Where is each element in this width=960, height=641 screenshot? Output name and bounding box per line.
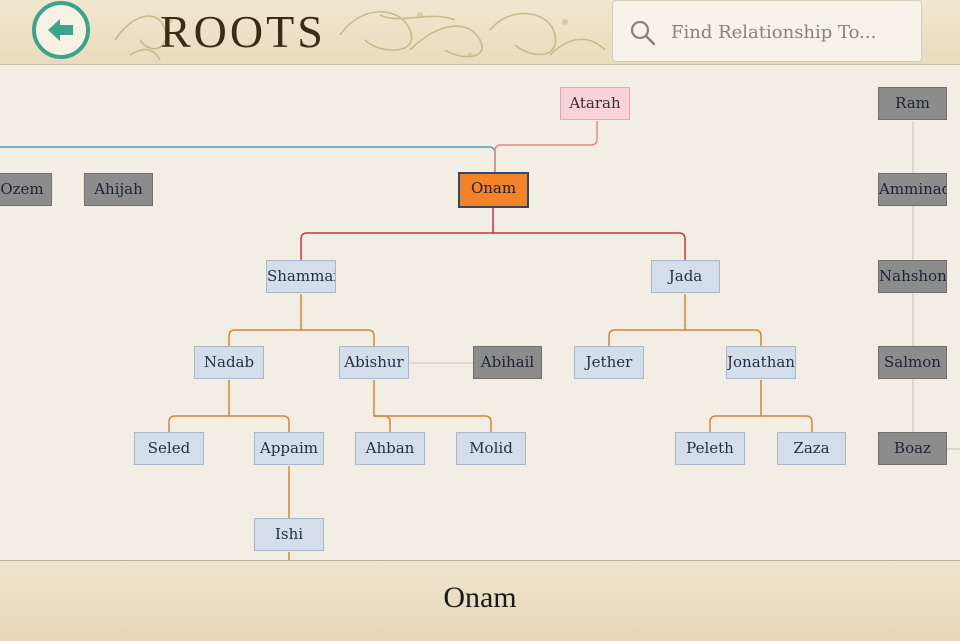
person-node-jether[interactable]: Jether bbox=[574, 346, 644, 379]
person-node-nadab[interactable]: Nadab bbox=[194, 346, 264, 379]
person-node-abishur[interactable]: Abishur bbox=[339, 346, 409, 379]
person-node-ahijah[interactable]: Ahijah bbox=[84, 173, 153, 206]
family-tree-canvas[interactable]: Atarah Ozem Ahijah Onam Shammai Jada Nad… bbox=[0, 65, 960, 560]
person-node-molid[interactable]: Molid bbox=[456, 432, 526, 465]
tree-connectors bbox=[0, 121, 960, 560]
person-node-zaza[interactable]: Zaza bbox=[777, 432, 846, 465]
person-node-atarah[interactable]: Atarah bbox=[560, 87, 630, 120]
person-node-salmon[interactable]: Salmon bbox=[878, 346, 947, 379]
person-node-onam[interactable]: Onam bbox=[458, 172, 529, 208]
selected-person-name: Onam bbox=[443, 581, 517, 614]
search-icon bbox=[630, 20, 656, 46]
person-node-ahban[interactable]: Ahban bbox=[355, 432, 425, 465]
app-header: ROOTS bbox=[0, 0, 960, 65]
search-box[interactable] bbox=[612, 0, 922, 62]
person-node-peleth[interactable]: Peleth bbox=[675, 432, 745, 465]
arrow-left-icon bbox=[48, 19, 73, 41]
person-node-boaz[interactable]: Boaz bbox=[878, 432, 947, 465]
person-node-ozem[interactable]: Ozem bbox=[0, 173, 52, 206]
person-node-ram[interactable]: Ram bbox=[878, 87, 947, 120]
person-node-amminadab[interactable]: Amminad bbox=[878, 173, 947, 206]
person-node-ishi[interactable]: Ishi bbox=[254, 518, 324, 551]
person-node-seled[interactable]: Seled bbox=[134, 432, 204, 465]
selected-person-bar[interactable]: Onam bbox=[0, 560, 960, 641]
person-node-appaim[interactable]: Appaim bbox=[254, 432, 324, 465]
app-title: ROOTS bbox=[160, 6, 326, 57]
person-node-abihail[interactable]: Abihail bbox=[473, 346, 542, 379]
person-node-jada[interactable]: Jada bbox=[651, 260, 720, 293]
back-button[interactable] bbox=[32, 1, 90, 59]
person-node-jonathan[interactable]: Jonathan bbox=[726, 346, 796, 379]
search-input[interactable] bbox=[669, 15, 919, 49]
person-node-nahshon[interactable]: Nahshon bbox=[878, 260, 947, 293]
person-node-shammai[interactable]: Shammai bbox=[266, 260, 336, 293]
